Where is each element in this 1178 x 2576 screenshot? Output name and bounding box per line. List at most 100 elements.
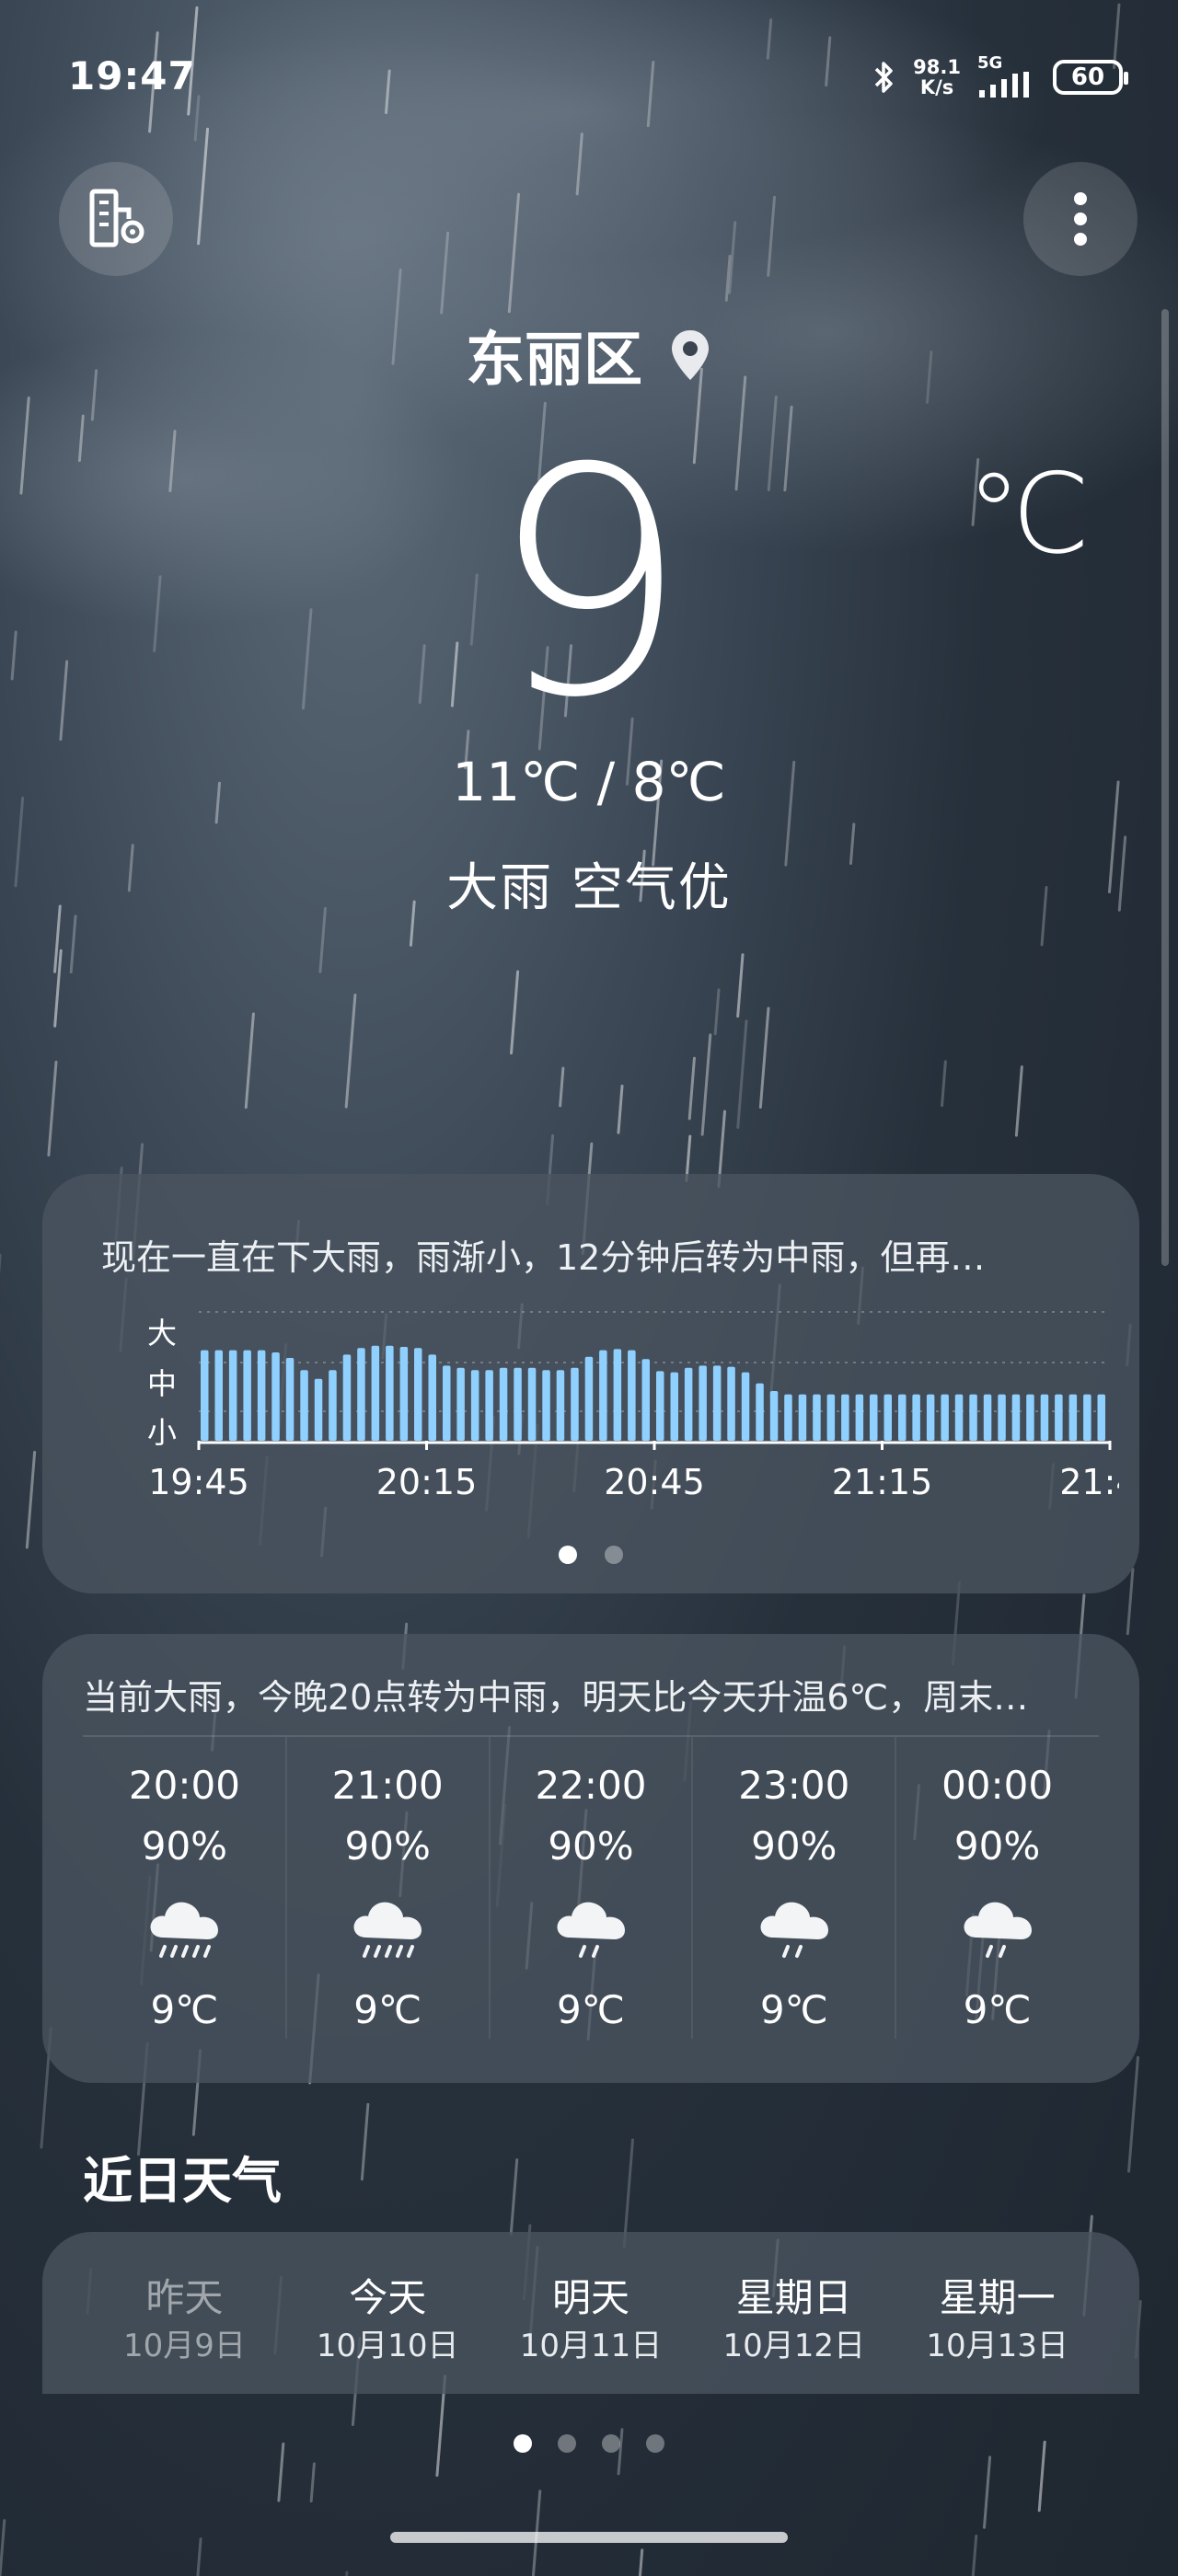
precip-probability: 90% bbox=[751, 1823, 837, 1869]
hour-time: 23:00 bbox=[738, 1763, 850, 1808]
precip-probability: 90% bbox=[953, 1823, 1041, 1869]
precip-bar bbox=[357, 1348, 365, 1441]
precip-bar bbox=[756, 1383, 764, 1441]
network-type: 5G bbox=[977, 53, 1003, 73]
day-date: 10月13日 bbox=[926, 2328, 1068, 2364]
precip-bar bbox=[499, 1367, 508, 1441]
precip-bar bbox=[855, 1394, 864, 1441]
day-name: 今天 bbox=[349, 2275, 427, 2320]
precip-bar bbox=[926, 1394, 935, 1441]
precip-probability: 90% bbox=[548, 1823, 634, 1869]
chart-y-label: 中 bbox=[147, 1366, 177, 1401]
precip-bar bbox=[243, 1350, 251, 1441]
hourly-list: 20:00 90% 9℃ 21:00 90% 9℃ 22:00 90% 9℃ 2… bbox=[83, 1737, 1099, 2039]
pager-dot[interactable] bbox=[602, 2434, 620, 2453]
hour-temperature: 9℃ bbox=[557, 1987, 625, 2032]
precip-bar bbox=[784, 1394, 792, 1441]
location-header[interactable]: 东丽区 bbox=[0, 313, 1178, 397]
location-pin-icon bbox=[672, 330, 709, 380]
battery-indicator: 60 bbox=[1053, 60, 1128, 95]
day-item-today[interactable]: 今天 10月10日 bbox=[286, 2267, 490, 2365]
precip-bar bbox=[613, 1349, 622, 1441]
scrollbar[interactable] bbox=[1161, 309, 1169, 1266]
recent-weather-title: 近日天气 bbox=[83, 2152, 282, 2210]
hour-time: 21:00 bbox=[331, 1763, 444, 1808]
pager-dot[interactable] bbox=[559, 1546, 577, 1564]
moderate-rain-icon bbox=[964, 1902, 1032, 1958]
day-date: 10月12日 bbox=[722, 2328, 866, 2364]
hour-item: 21:00 90% 9℃ bbox=[284, 1737, 490, 2039]
pager-dot[interactable] bbox=[514, 2434, 532, 2453]
precip-bar bbox=[983, 1394, 992, 1441]
precip-probability: 90% bbox=[344, 1823, 431, 1869]
moderate-rain-icon bbox=[895, 1880, 1099, 1982]
city-management-button[interactable] bbox=[59, 162, 173, 276]
precip-bar bbox=[599, 1350, 607, 1441]
hour-time: 20:00 bbox=[128, 1763, 240, 1808]
heavy-rain-icon bbox=[83, 1880, 286, 1982]
more-options-button[interactable] bbox=[1023, 162, 1138, 276]
home-indicator[interactable] bbox=[390, 2532, 788, 2543]
precip-bar bbox=[998, 1394, 1006, 1441]
precip-bar bbox=[584, 1356, 594, 1441]
status-time: 19:47 bbox=[68, 53, 196, 98]
precipitation-chart: 大中小 19:45 20:15 20:45 21:15 21:45 bbox=[147, 1311, 1119, 1502]
precip-bar bbox=[470, 1370, 479, 1441]
hour-item: 20:00 90% 9℃ bbox=[83, 1763, 286, 2032]
precip-bar bbox=[1083, 1394, 1091, 1441]
precip-bar bbox=[684, 1367, 693, 1441]
heavy-rain-icon bbox=[286, 1880, 490, 1982]
precip-bar bbox=[542, 1370, 550, 1441]
day-item-monday[interactable]: 星期一 10月13日 bbox=[895, 2267, 1099, 2365]
day-item-tomorrow[interactable]: 明天 10月11日 bbox=[490, 2267, 693, 2365]
precip-bar bbox=[428, 1354, 436, 1441]
precip-probability: 90% bbox=[141, 1823, 228, 1869]
hour-temperature: 9℃ bbox=[963, 1987, 1032, 2032]
precip-bar bbox=[1068, 1394, 1078, 1441]
hour-item: 00:00 90% 9℃ bbox=[895, 1737, 1099, 2039]
pager-dot[interactable] bbox=[605, 1546, 623, 1564]
hour-temperature: 9℃ bbox=[759, 1987, 828, 2032]
precipitation-summary: 现在一直在下大雨，雨渐小，12分钟后转为中雨，但再… bbox=[101, 1237, 986, 1278]
precip-bar bbox=[656, 1371, 664, 1441]
precip-bar bbox=[214, 1350, 223, 1441]
day-item-yesterday[interactable]: 昨天 10月9日 bbox=[83, 2267, 286, 2365]
pager-dot[interactable] bbox=[646, 2434, 664, 2453]
bluetooth-icon bbox=[874, 62, 893, 93]
temperature-unit: ℃ bbox=[966, 451, 1091, 579]
precip-bar bbox=[271, 1352, 280, 1441]
precip-bar bbox=[712, 1365, 722, 1441]
daily-forecast-card[interactable]: 昨天 10月9日 今天 10月10日 明天 10月11日 星期日 10月12日 … bbox=[42, 2232, 1139, 2394]
hourly-summary: 当前大雨，今晚20点转为中雨，明天比今天升温6℃，周末… bbox=[83, 1677, 1029, 1718]
day-item-sunday[interactable]: 星期日 10月12日 bbox=[692, 2267, 895, 2365]
precip-bar bbox=[342, 1354, 352, 1441]
more-vertical-icon bbox=[1074, 192, 1087, 246]
heavy-rain-icon bbox=[150, 1902, 219, 1958]
hour-item: 22:00 90% 9℃ bbox=[488, 1737, 693, 2039]
day-date: 10月10日 bbox=[316, 2328, 459, 2364]
precip-bar bbox=[912, 1394, 920, 1441]
weather-condition: 大雨 空气优 bbox=[446, 858, 732, 918]
precip-bar bbox=[399, 1347, 409, 1441]
day-name: 星期日 bbox=[735, 2275, 852, 2320]
precip-bar bbox=[813, 1394, 821, 1441]
precip-bar bbox=[371, 1345, 380, 1441]
precip-bar bbox=[741, 1372, 750, 1441]
precip-bar bbox=[329, 1370, 337, 1441]
divider bbox=[83, 1735, 1099, 1737]
day-name: 昨天 bbox=[145, 2275, 224, 2320]
precip-bar bbox=[969, 1394, 977, 1441]
precip-bar bbox=[826, 1394, 836, 1441]
precipitation-pager bbox=[42, 1546, 1139, 1564]
cellular-signal: 5G bbox=[977, 55, 1036, 99]
moderate-rain-icon bbox=[760, 1902, 828, 1958]
network-speed: 98.1 K/s bbox=[913, 57, 961, 98]
precip-bar bbox=[314, 1378, 323, 1441]
precip-bar bbox=[1011, 1394, 1021, 1441]
hourly-forecast-card[interactable]: 当前大雨，今晚20点转为中雨，明天比今天升温6℃，周末… 20:00 90% 9… bbox=[42, 1634, 1139, 2083]
precipitation-card[interactable]: 现在一直在下大雨，雨渐小，12分钟后转为中雨，但再… 大中小 19:45 20:15… bbox=[42, 1174, 1139, 1593]
precip-bar bbox=[641, 1359, 650, 1441]
precip-bar bbox=[556, 1370, 565, 1441]
pager-dot[interactable] bbox=[558, 2434, 576, 2453]
high-low-temperature: 11℃ / 8℃ bbox=[452, 751, 726, 813]
